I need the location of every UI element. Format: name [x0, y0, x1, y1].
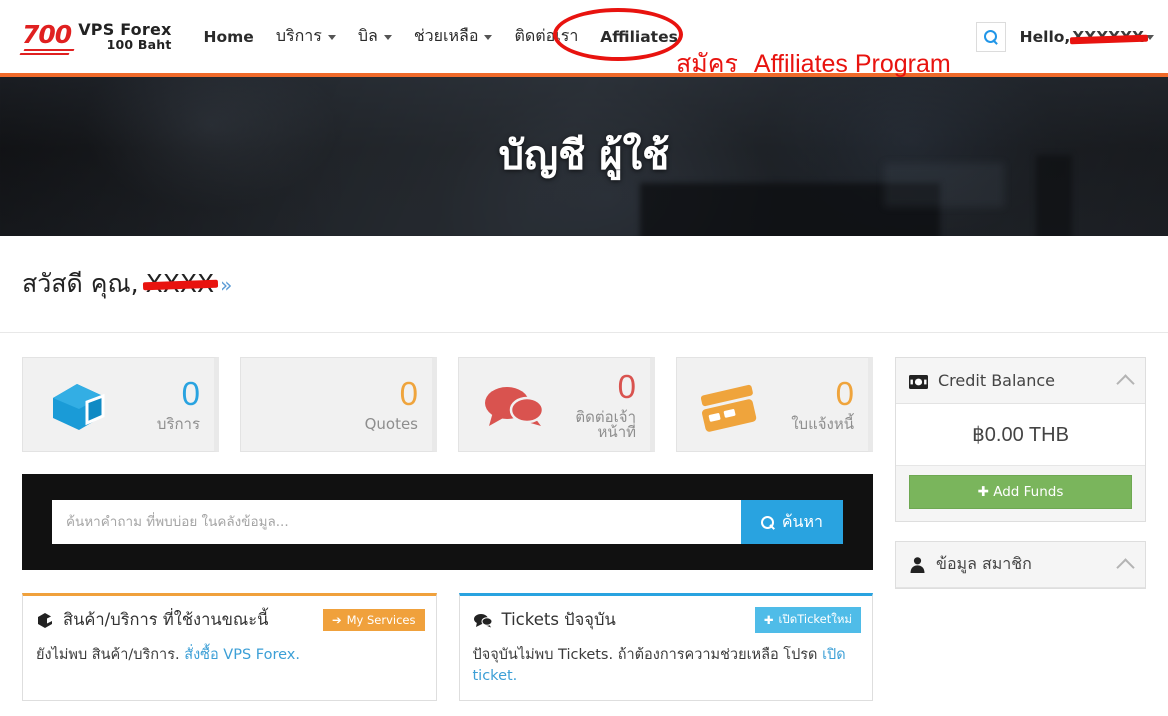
widget-title: Credit Balance	[938, 371, 1056, 390]
arrow-right-icon: ➔	[331, 613, 342, 627]
open-ticket-label: เปิดTicketใหม่	[778, 612, 853, 626]
widget-title: ข้อมูล สมาชิก	[936, 554, 1032, 573]
header-search-button[interactable]	[975, 21, 1006, 52]
widget-header: ข้อมูล สมาชิก	[896, 542, 1145, 588]
site-logo[interactable]: 700 VPS Forex 100 Baht	[22, 19, 172, 53]
panel-body: ยังไม่พบ สินค้า/บริการ. สั่งซื้อ VPS For…	[23, 633, 436, 676]
stat-label: ติดต่อเจ้าหน้าที่	[575, 407, 636, 441]
nav-label-home: Home	[203, 27, 254, 46]
stat-label: ใบแจ้งหนี้	[791, 415, 854, 433]
stat-value: 0	[399, 375, 418, 412]
order-vps-link[interactable]: สั่งซื้อ VPS Forex.	[184, 647, 300, 663]
logo-line1: VPS Forex	[78, 19, 172, 39]
nav-item-home[interactable]: Home	[204, 28, 254, 46]
nav-item-support[interactable]: ช่วยเหลือ	[414, 24, 493, 49]
panel-body: ปัจจุบันไม่พบ Tickets. ถ้าต้องการความช่ว…	[460, 633, 873, 696]
box-icon	[36, 611, 54, 629]
money-icon	[909, 374, 928, 389]
stat-label: Quotes	[364, 415, 418, 433]
user-menu[interactable]: Hello, XXXXXX	[1020, 28, 1154, 46]
my-services-button[interactable]: ➔ My Services	[322, 609, 425, 631]
search-icon	[760, 515, 775, 530]
greeting-bar: สวัสดี คุณ, XXXX »	[0, 236, 1168, 333]
stat-value: 0	[617, 367, 636, 405]
box-icon	[41, 376, 113, 434]
widget-footer: ✚ Add Funds	[896, 465, 1145, 521]
dashboard-panels: สินค้า/บริการ ที่ใช้งานขณะนี้ ➔ My Servi…	[22, 593, 873, 701]
sidebar: Credit Balance ฿0.00 THB ✚ Add Funds ข้อ…	[895, 357, 1146, 701]
search-icon	[984, 30, 998, 43]
open-ticket-button[interactable]: ✚ เปิดTicketใหม่	[754, 607, 861, 633]
search-submit-button[interactable]: ค้นหา	[740, 500, 843, 544]
chevron-up-icon[interactable]	[1116, 557, 1135, 577]
panel-title: Tickets ปัจจุบัน	[501, 610, 616, 629]
stat-meta: 0 ติดต่อเจ้าหน้าที่	[549, 370, 636, 440]
chevron-down-icon	[383, 35, 392, 40]
my-services-label: My Services	[346, 613, 416, 627]
main-left-column: 0 บริการ 0 Quotes 0 ติดต่อเจ้าหน้าที่ 0 …	[22, 357, 873, 701]
logo-mark: 700	[22, 22, 72, 52]
nav-item-billing[interactable]: บิล	[358, 24, 392, 49]
nav-item-affiliates[interactable]: Affiliates	[600, 28, 678, 46]
hello-label: Hello,	[1019, 27, 1071, 46]
add-funds-button[interactable]: ✚ Add Funds	[909, 475, 1132, 509]
panel-active-services: สินค้า/บริการ ที่ใช้งานขณะนี้ ➔ My Servi…	[22, 593, 437, 701]
panel-title: สินค้า/บริการ ที่ใช้งานขณะนี้	[63, 610, 269, 629]
greeting-user-name-redacted: XXXX	[145, 269, 215, 298]
panel-header: สินค้า/บริการ ที่ใช้งานขณะนี้ ➔ My Servi…	[23, 596, 436, 633]
stat-card-services[interactable]: 0 บริการ	[22, 357, 219, 452]
chevron-up-icon[interactable]	[1116, 373, 1135, 393]
stat-value: 0	[835, 375, 854, 412]
stat-cards: 0 บริการ 0 Quotes 0 ติดต่อเจ้าหน้าที่ 0 …	[22, 357, 873, 452]
stat-meta: 0 บริการ	[157, 377, 200, 432]
greeting: สวัสดี คุณ, XXXX »	[22, 264, 232, 304]
nav-label-billing: บิล	[357, 26, 378, 45]
greeting-chevron-icon[interactable]: »	[220, 273, 232, 297]
stat-card-invoices[interactable]: 0 ใบแจ้งหนี้	[676, 357, 873, 452]
stat-meta: 0 ใบแจ้งหนี้	[791, 377, 854, 432]
plus-icon: ✚	[763, 613, 774, 627]
stat-meta: 0 Quotes	[365, 377, 418, 432]
stat-label: บริการ	[156, 415, 200, 433]
nav-label-affiliates: Affiliates	[600, 27, 678, 46]
search-input[interactable]	[52, 500, 741, 544]
stat-value: 0	[181, 375, 200, 412]
panel-body-text: ปัจจุบันไม่พบ Tickets. ถ้าต้องการความช่ว…	[472, 647, 818, 663]
credit-balance-amount: ฿0.00 THB	[972, 424, 1069, 446]
plus-icon: ✚	[977, 484, 989, 500]
quotes-icon-empty	[259, 376, 331, 434]
stat-card-quotes[interactable]: 0 Quotes	[240, 357, 437, 452]
credit-card-icon	[695, 376, 767, 434]
knowledgebase-search-panel: ค้นหา	[22, 474, 873, 570]
greeting-prefix: สวัสดี คุณ,	[22, 269, 139, 298]
nav-label-contact: ติดต่อเรา	[514, 26, 579, 45]
logo-text: VPS Forex 100 Baht	[78, 19, 172, 53]
nav-label-support: ช่วยเหลือ	[413, 26, 479, 45]
chevron-down-icon	[327, 35, 336, 40]
stat-card-tickets[interactable]: 0 ติดต่อเจ้าหน้าที่	[458, 357, 655, 452]
header-right: Hello, XXXXXX	[975, 21, 1154, 52]
panel-active-tickets: Tickets ปัจจุบัน ✚ เปิดTicketใหม่ ปัจจุบ…	[458, 593, 873, 701]
person-icon	[909, 556, 926, 573]
add-funds-label: Add Funds	[993, 484, 1064, 500]
chat-bubbles-icon	[477, 376, 549, 434]
chat-bubbles-icon	[473, 612, 493, 629]
site-header: 700 VPS Forex 100 Baht Home บริการ บิล ช…	[0, 0, 1168, 78]
nav-label-services: บริการ	[275, 26, 322, 45]
user-name-redacted: XXXXXX	[1072, 27, 1144, 46]
panel-body-text: ยังไม่พบ สินค้า/บริการ.	[36, 647, 180, 663]
nav-item-contact[interactable]: ติดต่อเรา	[514, 24, 578, 49]
main-nav: Home บริการ บิล ช่วยเหลือ ติดต่อเรา Affi…	[204, 24, 678, 49]
logo-line2: 100 Baht	[106, 37, 172, 53]
hero-banner: บัญชี ผู้ใช้	[0, 77, 1168, 236]
chevron-down-icon	[484, 35, 493, 40]
nav-item-services[interactable]: บริการ	[276, 24, 336, 49]
widget-credit-balance: Credit Balance ฿0.00 THB ✚ Add Funds	[895, 357, 1146, 522]
panel-header: Tickets ปัจจุบัน ✚ เปิดTicketใหม่	[460, 596, 873, 633]
widget-member-info: ข้อมูล สมาชิก	[895, 541, 1146, 589]
search-button-label: ค้นหา	[781, 511, 823, 531]
widget-header: Credit Balance	[896, 358, 1145, 404]
main-content: 0 บริการ 0 Quotes 0 ติดต่อเจ้าหน้าที่ 0 …	[0, 333, 1168, 701]
page-title: บัญชี ผู้ใช้	[498, 133, 670, 179]
